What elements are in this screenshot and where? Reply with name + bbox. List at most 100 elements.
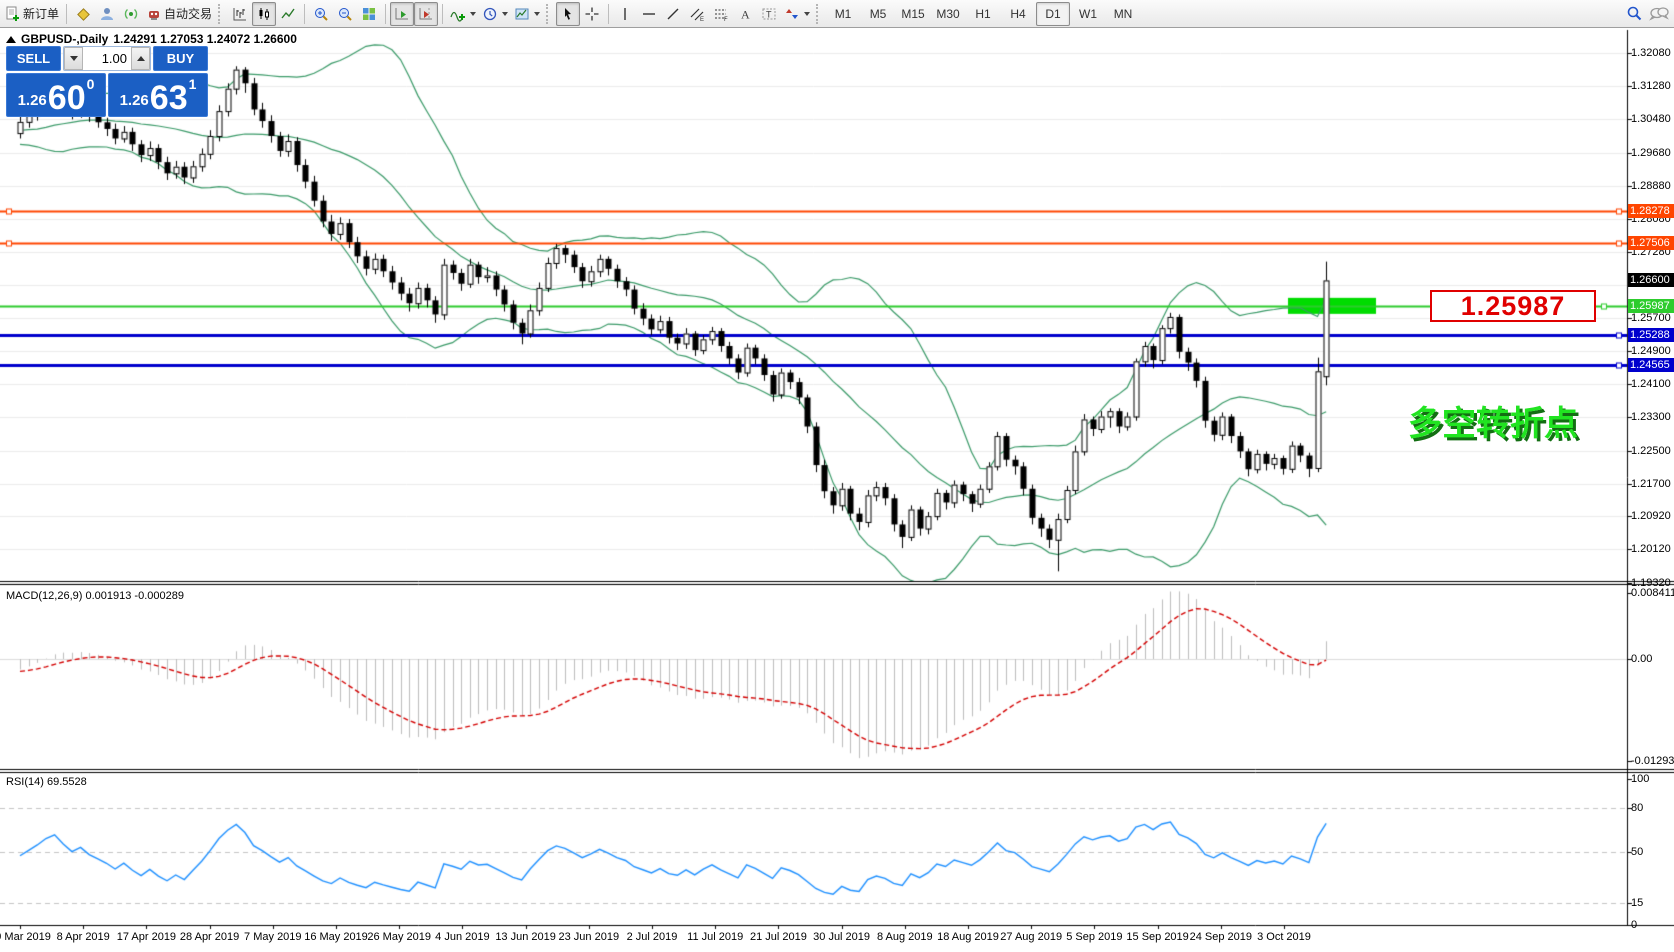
toolbar-grip [546,4,553,24]
cursor-tool-button[interactable] [556,2,580,26]
buy-price-display[interactable]: 1.26 63 1 [108,73,208,117]
volume-decrease-button[interactable] [64,47,83,70]
auto-scroll-button[interactable] [390,2,414,26]
date-tick-label: 5 Sep 2019 [1066,931,1122,943]
zoom-out-button[interactable] [333,2,357,26]
buy-price-prefix: 1.26 [120,92,149,109]
new-order-icon [5,6,21,22]
timeframe-button-m15[interactable]: M15 [896,2,930,26]
auto-scroll-icon [394,6,410,22]
toolbar-grip [816,4,823,24]
price-tick-label: 1.22500 [1631,445,1671,457]
rsi-tick-label: 100 [1631,773,1649,785]
volume-input[interactable] [83,47,131,70]
periods-button[interactable] [479,2,511,26]
separator [442,4,443,24]
zoom-out-icon [337,6,353,22]
profile-button[interactable] [95,2,119,26]
symbol-title: GBPUSD-,Daily [21,32,108,46]
channel-tool-button[interactable]: E [685,2,709,26]
chart-shift-button[interactable] [414,2,438,26]
rsi-tick-label: 0 [1631,919,1637,931]
horizontal-line-icon [641,6,657,22]
gem-icon [75,6,91,22]
price-annotation-box[interactable]: 1.25987 [1430,290,1596,322]
text-label-icon: T [761,6,777,22]
price-tick-label: 1.21700 [1631,478,1671,490]
text-label-tool-button[interactable]: T [757,2,781,26]
price-tick-label: 1.32080 [1631,47,1671,59]
down-arrow-icon [70,56,78,61]
collapse-arrow-icon[interactable] [6,36,16,43]
timeframe-button-d1[interactable]: D1 [1036,2,1070,26]
bar-chart-button[interactable] [228,2,252,26]
toolbar: 新订单 自动交易 E F A T [0,0,1674,28]
timeframe-button-h1[interactable]: H1 [966,2,1000,26]
new-order-button[interactable]: 新订单 [2,2,62,26]
price-tick-label: 1.23300 [1631,411,1671,423]
one-click-trading-panel: SELL BUY 1.26 60 0 1.26 63 1 [6,46,208,117]
timeframe-button-mn[interactable]: MN [1106,2,1140,26]
buy-price-pipette: 1 [189,76,197,92]
date-tick-label: 13 Jun 2019 [495,931,556,943]
price-tick-label: 1.20920 [1631,510,1671,522]
auto-trading-label: 自动交易 [164,5,212,22]
fibonacci-tool-button[interactable]: F [709,2,733,26]
zoom-in-button[interactable] [309,2,333,26]
price-tick-label: 1.31280 [1631,80,1671,92]
clock-icon [482,6,498,22]
date-tick-label: 29 Mar 2019 [0,931,51,943]
date-tick-label: 18 Aug 2019 [937,931,999,943]
vertical-line-tool-button[interactable] [613,2,637,26]
tile-windows-icon [361,6,377,22]
rsi-tick-label: 15 [1631,897,1643,909]
timeframe-button-m1[interactable]: M1 [826,2,860,26]
macd-tick-label: -0.012931 [1631,755,1674,767]
templates-button[interactable] [511,2,543,26]
candlestick-chart-button[interactable] [252,2,276,26]
sell-price-display[interactable]: 1.26 60 0 [6,73,106,117]
toolbar-grip [218,4,225,24]
price-tick-label: 1.30480 [1631,113,1671,125]
price-level-badge: 1.24565 [1628,358,1674,372]
auto-trading-button[interactable]: 自动交易 [143,2,215,26]
sell-price-main: 60 [48,83,86,113]
cursor-icon [560,6,576,22]
text-icon: A [737,6,753,22]
timeframe-button-m5[interactable]: M5 [861,2,895,26]
price-level-badge: 1.26600 [1628,273,1674,287]
arrows-tool-button[interactable] [781,2,813,26]
signal-icon [123,6,139,22]
dropdown-caret-icon [534,12,540,16]
macd-tick-label: 0.008411 [1631,587,1674,599]
price-tick-label: 1.29680 [1631,147,1671,159]
dropdown-caret-icon [804,12,810,16]
community-chat-button[interactable] [1646,2,1672,26]
indicators-button[interactable] [447,2,479,26]
signals-button[interactable] [119,2,143,26]
ohlc-values: 1.24291 1.27053 1.24072 1.26600 [113,32,297,46]
chart-header: GBPUSD-,Daily 1.24291 1.27053 1.24072 1.… [6,32,297,46]
buy-button[interactable]: BUY [153,46,208,71]
timeframe-button-w1[interactable]: W1 [1071,2,1105,26]
tile-windows-button[interactable] [357,2,381,26]
timeframe-button-m30[interactable]: M30 [931,2,965,26]
date-tick-label: 21 Jul 2019 [750,931,807,943]
price-chart-canvas[interactable] [0,28,1674,952]
sell-button[interactable]: SELL [6,46,61,71]
bar-chart-icon [232,6,248,22]
timeframe-button-h4[interactable]: H4 [1001,2,1035,26]
text-tool-button[interactable]: A [733,2,757,26]
svg-text:E: E [700,17,704,22]
turning-point-annotation[interactable]: 多空转折点 [1408,396,1578,445]
trendline-tool-button[interactable] [661,2,685,26]
trendline-icon [665,6,681,22]
search-button[interactable] [1622,2,1646,26]
date-tick-label: 17 Apr 2019 [117,931,176,943]
chart-area: GBPUSD-,Daily 1.24291 1.27053 1.24072 1.… [0,28,1674,952]
crosshair-tool-button[interactable] [580,2,604,26]
volume-increase-button[interactable] [131,47,150,70]
line-chart-button[interactable] [276,2,300,26]
data-window-button[interactable] [71,2,95,26]
horizontal-line-tool-button[interactable] [637,2,661,26]
